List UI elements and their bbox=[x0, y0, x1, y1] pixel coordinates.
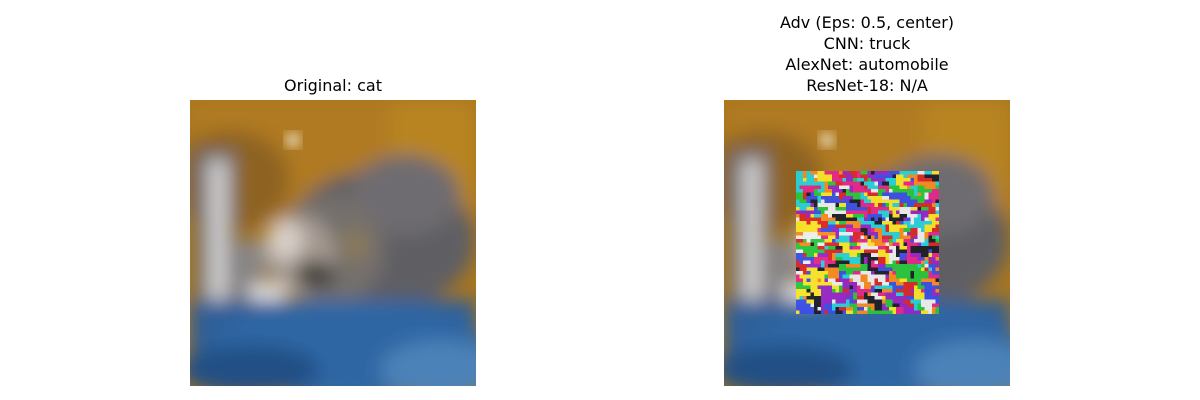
original-image-title: Original: cat bbox=[190, 75, 476, 96]
adversarial-title-line-eps: Adv (Eps: 0.5, center) bbox=[779, 13, 955, 32]
adversarial-noise-patch bbox=[796, 171, 939, 314]
adversarial-cat-image bbox=[724, 100, 1010, 386]
adversarial-title-line-resnet: ResNet-18: N/A bbox=[806, 76, 928, 95]
adversarial-image-title: Adv (Eps: 0.5, center) CNN: truck AlexNe… bbox=[724, 12, 1010, 96]
adversarial-title-line-cnn: CNN: truck bbox=[823, 34, 911, 53]
original-cat-picture bbox=[190, 100, 476, 386]
original-cat-image bbox=[190, 100, 476, 386]
adversarial-title-line-alexnet: AlexNet: automobile bbox=[785, 55, 949, 74]
original-title-text: Original: cat bbox=[284, 76, 382, 95]
